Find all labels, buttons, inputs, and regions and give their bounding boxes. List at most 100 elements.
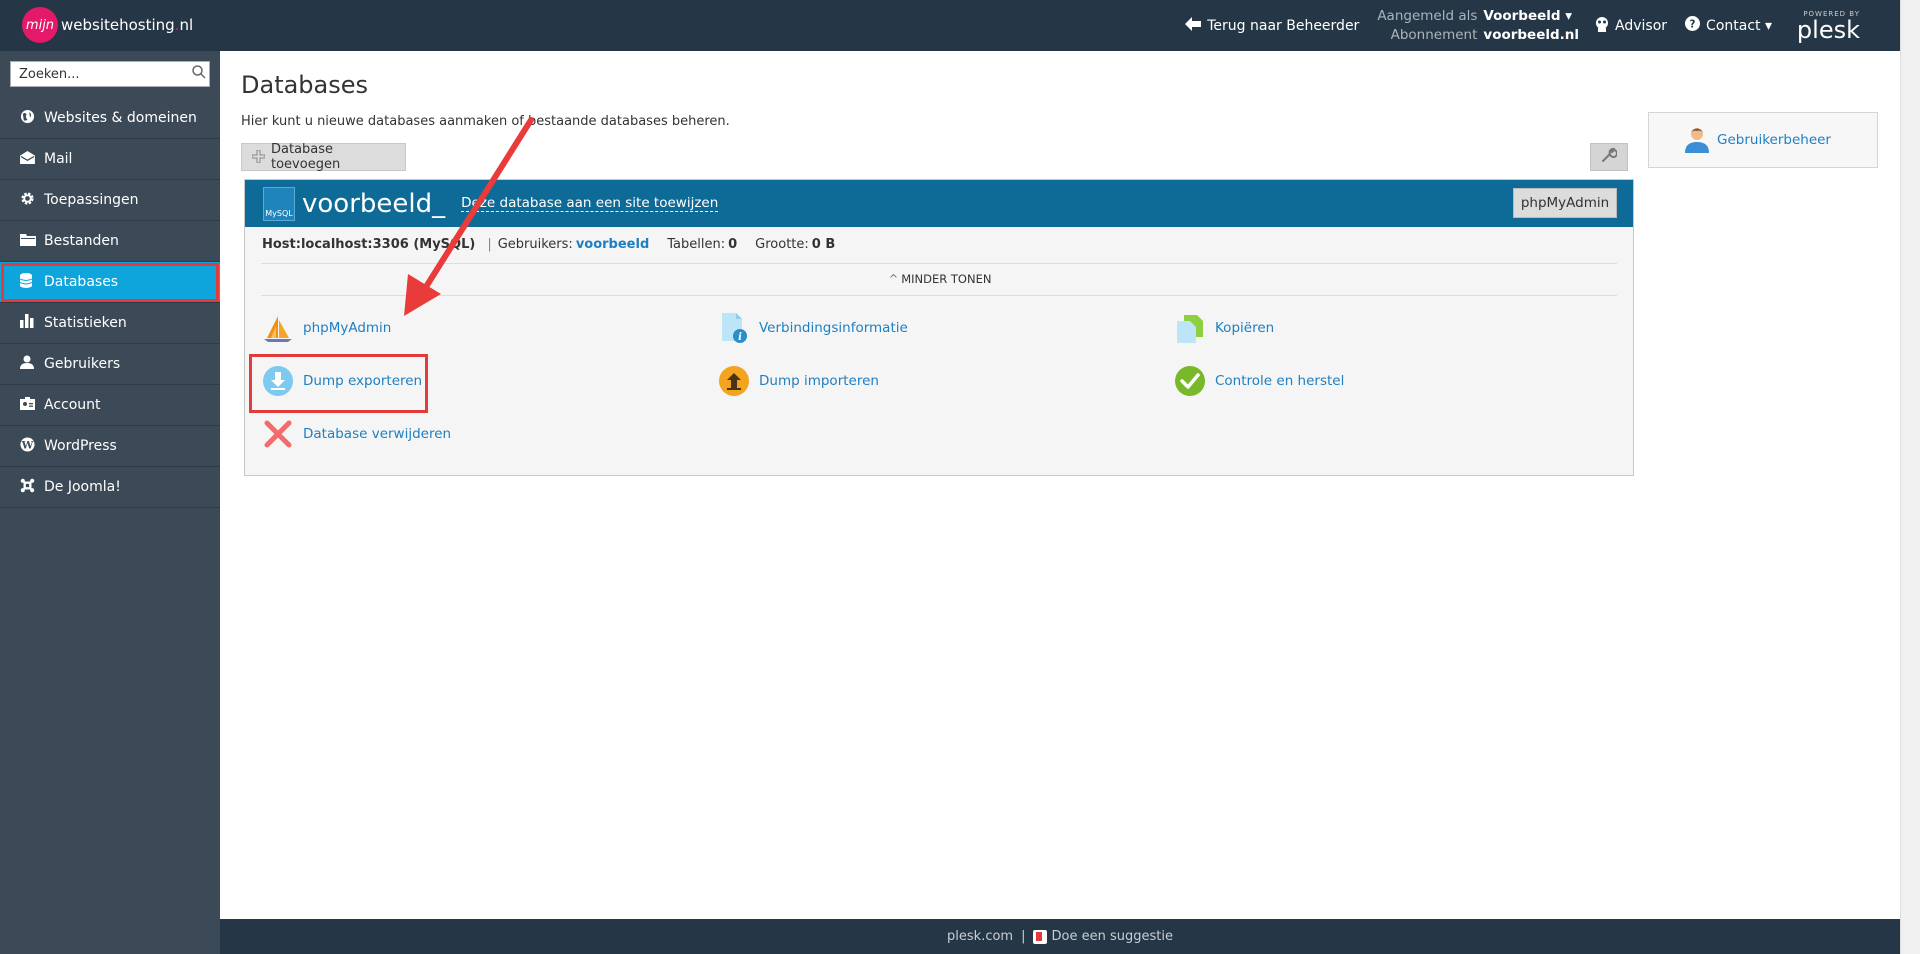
page-description: Hier kunt u nieuwe databases aanmaken of…: [241, 114, 730, 129]
sidebar-item-mail[interactable]: Mail: [0, 139, 220, 180]
page-scrollbar[interactable]: [1900, 0, 1920, 954]
action-connection-info[interactable]: i Verbindingsinformatie: [719, 313, 908, 343]
sidebar-nav: Websites & domeinen Mail Toepassingen Be…: [0, 98, 220, 508]
mysql-icon: MySQL: [263, 186, 295, 221]
plus-icon: [251, 148, 266, 167]
sidebar-item-label: WordPress: [44, 438, 117, 454]
phpmyadmin-button[interactable]: phpMyAdmin: [1513, 188, 1617, 218]
search-icon[interactable]: [189, 65, 209, 83]
size-value: 0 B: [811, 237, 836, 252]
suggestion-icon: [1033, 929, 1048, 944]
sidebar-item-label: Websites & domeinen: [44, 110, 197, 126]
subscription-value[interactable]: voorbeeld.nl: [1483, 26, 1579, 45]
logo-mark: mijn: [22, 7, 58, 43]
bar-chart-icon: [20, 314, 44, 332]
chevron-up-icon: ^: [888, 272, 899, 286]
users-link[interactable]: voorbeeld: [576, 237, 649, 252]
user-icon: [1685, 127, 1709, 153]
action-label: Dump importeren: [759, 373, 879, 389]
login-info: Aangemeld als Voorbeeld ▾ Abonnement voo…: [1377, 7, 1579, 45]
action-label: Controle en herstel: [1215, 373, 1345, 389]
action-dump-import[interactable]: Dump importeren: [719, 366, 879, 396]
connection-info-icon: i: [719, 313, 749, 343]
copy-icon: [1175, 313, 1205, 343]
add-database-label: Database toevoegen: [271, 142, 341, 172]
main-content: Databases Hier kunt u nieuwe databases a…: [220, 51, 1900, 919]
logged-in-user-menu[interactable]: Voorbeeld ▾: [1483, 7, 1579, 26]
action-label: Verbindingsinformatie: [759, 320, 908, 336]
size-label: Grootte:: [755, 237, 809, 252]
action-label: Database verwijderen: [303, 426, 452, 442]
action-phpmyadmin[interactable]: phpMyAdmin: [263, 313, 391, 343]
sidebar-item-files[interactable]: Bestanden: [0, 221, 220, 262]
top-bar: mijn websitehosting.nl Terug naar Beheer…: [0, 0, 1900, 51]
globe-icon: [20, 109, 44, 128]
contact-menu[interactable]: ? Contact ▾: [1685, 16, 1772, 35]
sidebar-item-label: Bestanden: [44, 233, 119, 249]
database-header: MySQL voorbeeld_ Deze database aan een s…: [245, 180, 1633, 227]
upload-icon: [719, 366, 749, 396]
show-less-toggle[interactable]: ^ MINDER TONEN: [245, 272, 1635, 286]
database-info: Host:localhost:3306 (MySQL) | Gebruikers…: [262, 237, 835, 252]
sidebar-item-label: Databases: [44, 274, 119, 290]
contact-label: Contact ▾: [1706, 17, 1772, 34]
sidebar: Websites & domeinen Mail Toepassingen Be…: [0, 51, 220, 954]
database-panel: MySQL voorbeeld_ Deze database aan een s…: [244, 179, 1634, 476]
database-icon: [19, 272, 44, 292]
svg-text:?: ?: [1690, 18, 1696, 30]
sidebar-item-joomla[interactable]: De Joomla!: [0, 467, 220, 508]
divider: [261, 263, 1617, 264]
info-separator: |: [487, 237, 492, 252]
delete-icon: [263, 419, 293, 449]
logo-text: websitehosting.nl: [61, 16, 194, 34]
subscription-label: Abonnement: [1390, 26, 1478, 43]
sidebar-item-label: De Joomla!: [44, 479, 121, 495]
svg-text:W: W: [21, 439, 34, 451]
wrench-icon: [1601, 147, 1618, 167]
sidebar-item-label: Mail: [44, 151, 73, 167]
back-to-admin-link[interactable]: Terug naar Beheerder: [1185, 16, 1360, 35]
check-icon: [1175, 366, 1205, 396]
search-input[interactable]: [11, 62, 189, 86]
sidebar-item-users[interactable]: Gebruikers: [0, 344, 220, 385]
action-label: phpMyAdmin: [303, 320, 392, 336]
action-check-repair[interactable]: Controle en herstel: [1175, 366, 1344, 396]
logged-in-label: Aangemeld als: [1377, 7, 1478, 24]
sidebar-item-account[interactable]: Account: [0, 385, 220, 426]
arrow-left-icon: [1185, 16, 1202, 35]
plesk-logo: POWERED BY plesk: [1796, 9, 1860, 44]
sidebar-item-wordpress[interactable]: W WordPress: [0, 426, 220, 467]
brand-logo[interactable]: mijn websitehosting.nl: [22, 7, 193, 43]
plesk-com-link[interactable]: plesk.com: [947, 929, 1013, 944]
settings-tool-button[interactable]: [1590, 143, 1628, 171]
sidebar-item-applications[interactable]: Toepassingen: [0, 180, 220, 221]
action-copy[interactable]: Kopiëren: [1175, 313, 1274, 343]
divider: [261, 295, 1617, 296]
suggestion-link[interactable]: Doe een suggestie: [1051, 929, 1172, 944]
page-title: Databases: [241, 71, 369, 99]
advisor-icon: [1595, 16, 1609, 36]
assign-site-link[interactable]: Deze database aan een site toewijzen: [461, 195, 719, 212]
tables-value: 0: [728, 237, 738, 252]
sidebar-item-databases[interactable]: Databases: [0, 262, 220, 303]
joomla-icon: [20, 478, 44, 497]
sidebar-item-statistics[interactable]: Statistieken: [0, 303, 220, 344]
highlight-outline: [249, 354, 428, 413]
action-delete-database[interactable]: Database verwijderen: [263, 419, 451, 449]
mail-icon: [20, 150, 44, 168]
gear-icon: [20, 191, 44, 210]
folder-icon: [20, 233, 44, 250]
add-database-button[interactable]: Database toevoegen: [241, 142, 406, 172]
show-less-label: MINDER TONEN: [901, 272, 992, 286]
sidebar-item-websites[interactable]: Websites & domeinen: [0, 98, 220, 139]
back-to-admin-label: Terug naar Beheerder: [1207, 17, 1360, 34]
sidebar-item-label: Gebruikers: [44, 356, 121, 372]
sidebar-item-label: Account: [44, 397, 101, 413]
phpmyadmin-icon: [263, 313, 293, 343]
database-name: voorbeeld_: [302, 188, 446, 219]
user-management-link[interactable]: Gebruikerbeheer: [1717, 132, 1831, 148]
id-card-icon: [20, 396, 44, 414]
search-box: [10, 61, 210, 87]
sidebar-item-label: Statistieken: [44, 315, 127, 331]
advisor-link[interactable]: Advisor: [1595, 16, 1667, 36]
